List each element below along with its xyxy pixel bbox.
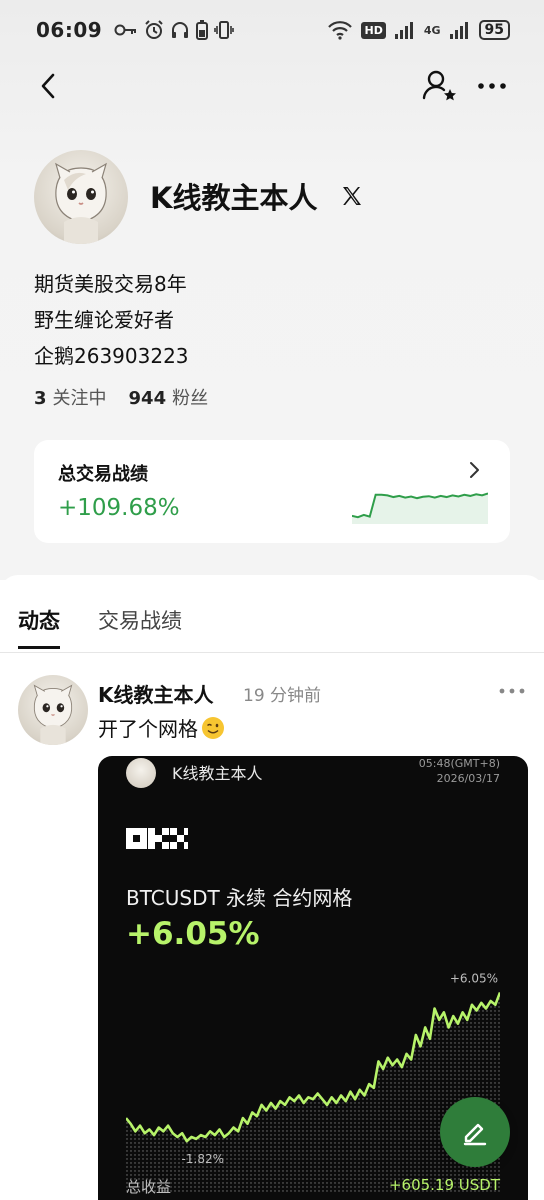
status-time: 06:09 <box>36 18 103 42</box>
wink-emoji-icon <box>202 716 224 739</box>
headphones-icon <box>172 22 189 38</box>
hd-badge: HD <box>361 21 386 39</box>
bio-line: 野生缠论爱好者 <box>34 308 174 332</box>
post-text: 开了个网格 <box>98 713 224 742</box>
x-twitter-icon[interactable] <box>340 184 364 208</box>
followers-label: 粉丝 <box>172 388 209 409</box>
post-time: 19 分钟前 <box>243 686 322 706</box>
profile-bio: 期货美股交易8年 野生缠论爱好者 企鹅263903223 <box>34 266 189 374</box>
profile-name: K线教主本人 <box>150 181 318 215</box>
card-author: K线教主本人 <box>172 764 263 783</box>
tab-posts[interactable]: 动态 <box>18 605 60 649</box>
chevron-left-icon <box>41 73 55 99</box>
tab-bar: 动态 交易战绩 <box>0 605 544 653</box>
following-stat[interactable]: 3 关注中 <box>34 384 107 410</box>
more-horizontal-icon <box>499 688 525 694</box>
more-horizontal-icon <box>478 83 506 89</box>
okx-logo-icon <box>126 828 188 849</box>
avatar[interactable] <box>34 150 128 244</box>
back-button[interactable] <box>30 66 66 106</box>
key-icon <box>114 24 137 36</box>
post-avatar[interactable] <box>18 675 88 745</box>
vibrate-icon <box>214 21 234 39</box>
cat-avatar-icon <box>55 162 107 244</box>
trading-performance-card[interactable]: 总交易战绩 +109.68% <box>34 440 510 543</box>
tab-trading-record[interactable]: 交易战绩 <box>98 605 182 635</box>
chevron-right-icon <box>470 462 479 478</box>
chart-min-label: -1.82% <box>182 1152 224 1166</box>
alarm-icon <box>145 20 163 39</box>
post-text-content: 开了个网格 <box>98 717 198 741</box>
chart-max-label: +6.05% <box>450 972 498 986</box>
follow-user-button[interactable] <box>420 66 460 106</box>
battery-saver-icon <box>196 20 209 40</box>
wifi-icon <box>328 21 353 40</box>
network-type: 4G <box>423 23 441 37</box>
signal-icon-2 <box>449 22 468 39</box>
card-time: 05:48(GMT+8) <box>418 757 500 770</box>
card-footer-value: +605.19 USDT <box>388 1176 500 1194</box>
following-label: 关注中 <box>52 388 107 409</box>
followers-count: 944 <box>128 388 167 409</box>
card-avatar <box>126 758 156 788</box>
performance-value: +109.68% <box>58 495 180 521</box>
card-date: 2026/03/17 <box>436 772 500 785</box>
card-pnl-value: +6.05% <box>126 916 260 952</box>
post-author[interactable]: K线教主本人 <box>98 679 214 708</box>
pnl-area-chart: +6.05% -1.82% <box>126 972 500 1194</box>
compose-post-button[interactable] <box>440 1097 510 1167</box>
cat-avatar-icon <box>33 684 73 745</box>
bio-line: 期货美股交易8年 <box>34 272 187 296</box>
user-star-icon <box>422 70 456 101</box>
following-count: 3 <box>34 388 47 409</box>
battery-indicator: 95 <box>478 20 510 40</box>
edit-icon <box>463 1123 487 1146</box>
profile-stats: 3 关注中 944 粉丝 <box>34 384 208 410</box>
post-more-button[interactable] <box>496 677 528 705</box>
bio-line: 企鹅263903223 <box>34 344 189 368</box>
more-options-button[interactable] <box>472 66 512 106</box>
followers-stat[interactable]: 944 粉丝 <box>129 384 209 410</box>
card-pair-label: BTCUSDT 永续 合约网格 <box>126 886 353 910</box>
status-bar: 06:09 HD 4G 95 <box>0 0 544 60</box>
performance-sparkline <box>352 492 488 524</box>
card-footer-label: 总收益 <box>126 1178 172 1196</box>
signal-icon <box>394 22 413 39</box>
performance-title: 总交易战绩 <box>58 464 148 485</box>
card-timestamp: 05:48(GMT+8) 2026/03/17 <box>419 756 500 786</box>
